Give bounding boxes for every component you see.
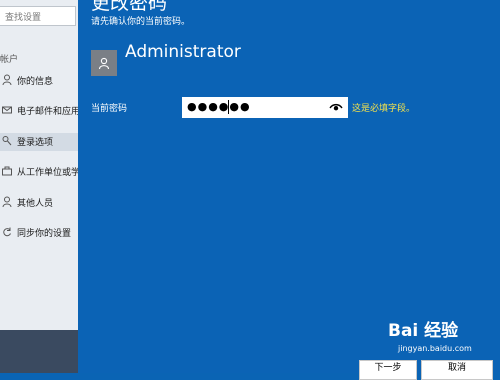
current-password-field[interactable]: ●●●●●● xyxy=(182,97,348,118)
search-placeholder: 查找设置 xyxy=(5,13,42,23)
search-input[interactable]: 查找设置 xyxy=(0,6,76,26)
people-icon xyxy=(2,196,12,208)
sidebar-item-label: 同步你的设置 xyxy=(17,229,72,239)
sidebar-item-other-people[interactable]: 其他人员 xyxy=(0,194,78,212)
key-icon xyxy=(2,135,12,147)
briefcase-icon xyxy=(2,165,12,177)
required-field-message: 这是必填字段。 xyxy=(352,104,416,114)
username: Administrator xyxy=(125,42,241,62)
baidu-jingyan-watermark: Bai 经验 jingyan.baidu.com xyxy=(388,316,498,360)
person-icon xyxy=(2,74,12,86)
user-icon xyxy=(98,57,110,70)
sidebar-item-label: 登录选项 xyxy=(17,138,54,148)
watermark-url: jingyan.baidu.com xyxy=(398,344,472,353)
sidebar-item-email-accounts[interactable]: 电子邮件和应用 xyxy=(0,102,78,120)
desktop-background-strip xyxy=(0,330,78,373)
mail-icon xyxy=(2,104,12,116)
sidebar-item-label: 你的信息 xyxy=(17,77,54,87)
text-caret xyxy=(228,100,229,114)
password-value: ●●●●●● xyxy=(187,100,251,113)
reveal-password-eye-icon[interactable] xyxy=(329,102,343,112)
sidebar-item-work-access[interactable]: 从工作单位或学 xyxy=(0,163,78,181)
sidebar-item-label: 电子邮件和应用 xyxy=(17,107,78,117)
avatar xyxy=(91,50,117,76)
sync-icon xyxy=(2,226,12,238)
sidebar-item-label: 从工作单位或学 xyxy=(17,168,78,178)
settings-sidebar: 查找设置 帐户 你的信息 电子邮件和应用 登录选项 从工作单位或学 其他人员 同… xyxy=(0,0,78,373)
dialog-title: 更改密码 xyxy=(91,0,168,14)
next-button[interactable]: 下一步 xyxy=(359,360,417,380)
current-password-label: 当前密码 xyxy=(91,104,128,114)
sidebar-item-label: 其他人员 xyxy=(17,199,54,209)
watermark-logo-text: Bai 经验 xyxy=(388,321,459,341)
dialog-subtitle: 请先确认你的当前密码。 xyxy=(91,17,191,27)
sidebar-item-sync-settings[interactable]: 同步你的设置 xyxy=(0,224,78,242)
sidebar-item-your-info[interactable]: 你的信息 xyxy=(0,72,78,90)
section-label-accounts: 帐户 xyxy=(0,55,19,65)
sidebar-item-sign-in-options[interactable]: 登录选项 xyxy=(0,133,78,151)
cancel-button[interactable]: 取消 xyxy=(421,360,493,380)
